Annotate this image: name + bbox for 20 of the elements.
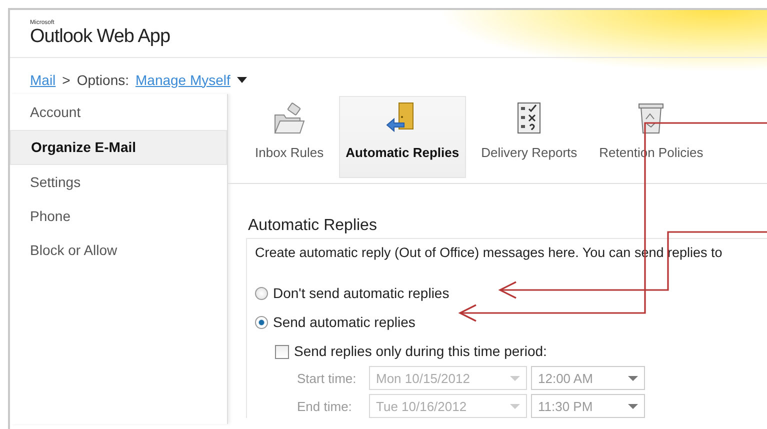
sidebar-item[interactable]: Account	[10, 96, 227, 129]
toolbar-tab[interactable]: Automatic Replies	[338, 96, 466, 178]
sidebar-item[interactable]: Block or Allow	[10, 234, 227, 267]
manage-myself-link[interactable]: Manage Myself	[136, 70, 230, 90]
app-logo: Outlook Web App	[30, 26, 172, 48]
sidebar-item[interactable]: Organize E-Mail	[10, 130, 227, 165]
time-label: Start time:	[297, 370, 358, 388]
radio-option[interactable]: Send automatic replies	[255, 312, 767, 334]
checkbox-option[interactable]: Send replies only during this time period:	[275, 341, 767, 362]
radio-option[interactable]: Don't send automatic replies	[255, 283, 767, 304]
sidebar-item[interactable]: Settings	[10, 166, 227, 199]
time-label: End time:	[297, 398, 353, 416]
mail-link[interactable]: Mail	[30, 70, 56, 90]
section-title: Automatic Replies	[248, 216, 378, 236]
toolbar-tab[interactable]: Delivery Reports	[474, 96, 584, 178]
breadcrumb-separator: >	[62, 70, 70, 90]
dropdown-caret-icon[interactable]	[236, 77, 247, 83]
options-label: Options:	[76, 70, 129, 90]
sidebar-item[interactable]: Phone	[10, 200, 227, 233]
toolbar-tab[interactable]: Inbox Rules	[248, 96, 331, 178]
